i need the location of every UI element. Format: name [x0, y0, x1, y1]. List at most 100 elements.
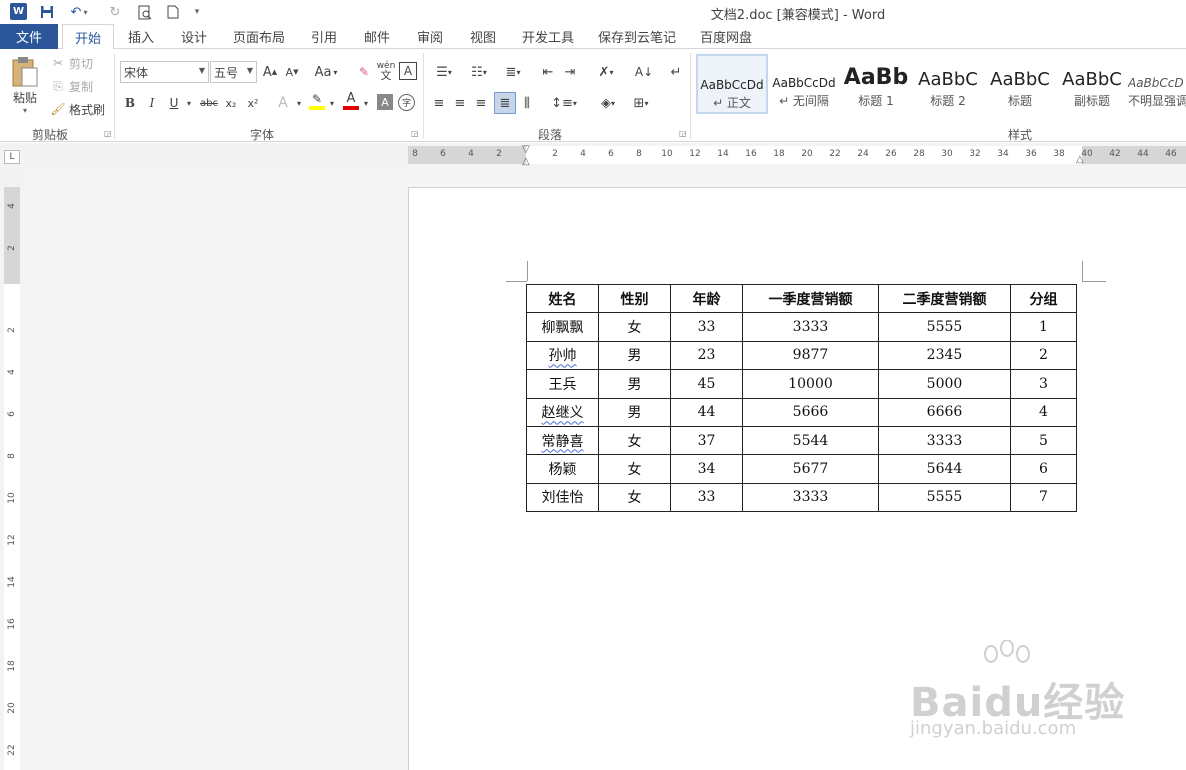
cell-age[interactable]: 44 — [670, 397, 743, 427]
italic-button[interactable]: I — [144, 93, 160, 113]
align-right-button[interactable]: ≡ — [472, 93, 490, 113]
subscript-button[interactable]: x₂ — [222, 93, 240, 113]
cell-q2-sales[interactable]: 5644 — [878, 454, 1011, 484]
cell-name[interactable]: 柳飘飘 — [526, 312, 599, 342]
character-border-button[interactable]: A — [399, 62, 417, 80]
underline-button[interactable]: U — [166, 93, 182, 113]
superscript-button[interactable]: x² — [244, 93, 262, 113]
tab-baidu-netdisk[interactable]: 百度网盘 — [692, 24, 760, 49]
cell-group[interactable]: 4 — [1010, 397, 1077, 427]
tab-file[interactable]: 文件 — [0, 24, 58, 49]
increase-indent-button[interactable]: ⇥ — [560, 62, 580, 82]
shading-button[interactable]: ◈ ▾ — [592, 93, 624, 113]
multilevel-list-button[interactable]: ≣ ▾ — [498, 62, 528, 82]
cell-q2-sales[interactable]: 3333 — [878, 425, 1011, 456]
header-name[interactable]: 姓名 — [526, 283, 599, 314]
header-gender[interactable]: 性别 — [598, 283, 671, 314]
cell-age[interactable]: 34 — [670, 454, 743, 484]
font-color-dropdown-icon[interactable]: ▾ — [361, 93, 371, 113]
sort-button[interactable]: A↓ — [634, 62, 654, 82]
shrink-font-button[interactable]: A ▼ — [283, 62, 301, 82]
font-launcher-icon[interactable]: ◲ — [411, 129, 419, 138]
style-title[interactable]: AaBbC 标题 — [984, 54, 1056, 114]
tab-home[interactable]: 开始 — [62, 24, 114, 50]
left-indent-icon[interactable]: △ — [522, 156, 530, 167]
cell-gender[interactable]: 女 — [598, 425, 671, 456]
cell-q1-sales[interactable]: 10000 — [742, 369, 879, 399]
style-subtle-emphasis[interactable]: AaBbCcD 不明显强调 — [1128, 54, 1186, 114]
tab-insert[interactable]: 插入 — [118, 24, 164, 49]
cell-gender[interactable]: 男 — [598, 397, 671, 427]
align-left-button[interactable]: ≡ — [430, 93, 448, 113]
copy-button[interactable]: 复制 — [68, 78, 94, 94]
style-heading-1[interactable]: AaBb 标题 1 — [840, 54, 912, 114]
cell-q2-sales[interactable]: 6666 — [878, 397, 1011, 427]
highlight-color-button[interactable]: ✎ — [308, 91, 326, 111]
cell-age[interactable]: 23 — [670, 340, 743, 371]
cell-age[interactable]: 45 — [670, 369, 743, 399]
text-effects-dropdown-icon[interactable]: ▾ — [294, 93, 304, 113]
cell-q2-sales[interactable]: 5555 — [878, 312, 1011, 342]
header-age[interactable]: 年龄 — [670, 283, 743, 314]
cell-q1-sales[interactable]: 5666 — [742, 397, 879, 427]
cell-gender[interactable]: 男 — [598, 340, 671, 371]
distributed-button[interactable]: ⫼ — [518, 93, 536, 113]
bold-button[interactable]: B — [122, 93, 138, 113]
justify-button[interactable]: ≣ — [494, 92, 516, 114]
paste-dropdown-icon[interactable]: ▾ — [20, 105, 30, 115]
clear-formatting-icon[interactable]: ✎ — [355, 62, 373, 82]
style-heading-2[interactable]: AaBbC 标题 2 — [912, 54, 984, 114]
format-painter-button[interactable]: 格式刷 — [67, 101, 107, 117]
phonetic-guide-button[interactable]: wén 文 — [376, 60, 396, 82]
text-effects-button[interactable]: A — [274, 93, 292, 113]
cell-q1-sales[interactable]: 3333 — [742, 312, 879, 342]
header-q2-sales[interactable]: 二季度营销额 — [878, 283, 1011, 314]
cell-gender[interactable]: 女 — [598, 454, 671, 484]
cell-q2-sales[interactable]: 5000 — [878, 369, 1011, 399]
tab-review[interactable]: 审阅 — [408, 24, 452, 49]
cell-group[interactable]: 5 — [1010, 425, 1077, 456]
sales-table[interactable]: 姓名 性别 年龄 一季度营销额 二季度营销额 分组 柳飘飘 女 33 3333 … — [526, 283, 1077, 513]
tab-references[interactable]: 引用 — [302, 24, 346, 49]
cut-button[interactable]: 剪切 — [68, 55, 94, 71]
paragraph-launcher-icon[interactable]: ◲ — [679, 129, 687, 138]
tab-save-to-cloud-notes[interactable]: 保存到云笔记 — [592, 24, 682, 49]
cell-age[interactable]: 33 — [670, 312, 743, 342]
cell-gender[interactable]: 女 — [598, 482, 671, 513]
bullets-button[interactable]: ☰ ▾ — [430, 62, 458, 82]
cell-name[interactable]: 常静喜 — [526, 425, 599, 456]
cell-age[interactable]: 33 — [670, 482, 743, 513]
cell-group[interactable]: 7 — [1010, 482, 1077, 513]
cut-icon[interactable]: ✂ — [50, 55, 66, 71]
tab-mailings[interactable]: 邮件 — [355, 24, 399, 49]
tab-developer[interactable]: 开发工具 — [514, 24, 582, 49]
paste-icon[interactable] — [8, 55, 42, 89]
cell-age[interactable]: 37 — [670, 425, 743, 456]
horizontal-ruler[interactable]: ▽ △ △ 8 6 4 2 2 4 6 8 10 12 14 16 18 20 22 24 26 28 30 32 34… — [408, 144, 1186, 167]
cell-name[interactable]: 孙帅 — [526, 340, 599, 371]
cell-gender[interactable]: 男 — [598, 369, 671, 399]
tab-selector-icon[interactable]: L — [4, 150, 20, 164]
clipboard-launcher-icon[interactable]: ◲ — [104, 129, 112, 138]
highlight-dropdown-icon[interactable]: ▾ — [327, 93, 337, 113]
tab-design[interactable]: 设计 — [171, 24, 217, 49]
align-center-button[interactable]: ≡ — [451, 93, 469, 113]
character-shading-button[interactable]: A — [377, 94, 393, 110]
cell-group[interactable]: 1 — [1010, 312, 1077, 342]
borders-button[interactable]: ⊞ ▾ — [626, 93, 656, 113]
paste-button[interactable]: 粘贴 — [8, 89, 42, 105]
copy-icon[interactable]: ⎘ — [50, 78, 66, 94]
decrease-indent-button[interactable]: ⇤ — [538, 62, 558, 82]
cell-q2-sales[interactable]: 2345 — [878, 340, 1011, 371]
header-q1-sales[interactable]: 一季度营销额 — [742, 283, 879, 314]
cell-q1-sales[interactable]: 3333 — [742, 482, 879, 513]
line-spacing-button[interactable]: ↕≡ ▾ — [548, 93, 580, 113]
cell-gender[interactable]: 女 — [598, 312, 671, 342]
chinese-layout-button[interactable]: ✗ ▾ — [590, 62, 622, 82]
header-group[interactable]: 分组 — [1010, 283, 1077, 314]
cell-q1-sales[interactable]: 5544 — [742, 425, 879, 456]
font-name-combobox[interactable]: 宋体 ▼ — [120, 61, 209, 83]
cell-q2-sales[interactable]: 5555 — [878, 482, 1011, 513]
underline-dropdown-icon[interactable]: ▾ — [184, 93, 194, 113]
tab-page-layout[interactable]: 页面布局 — [226, 24, 292, 49]
